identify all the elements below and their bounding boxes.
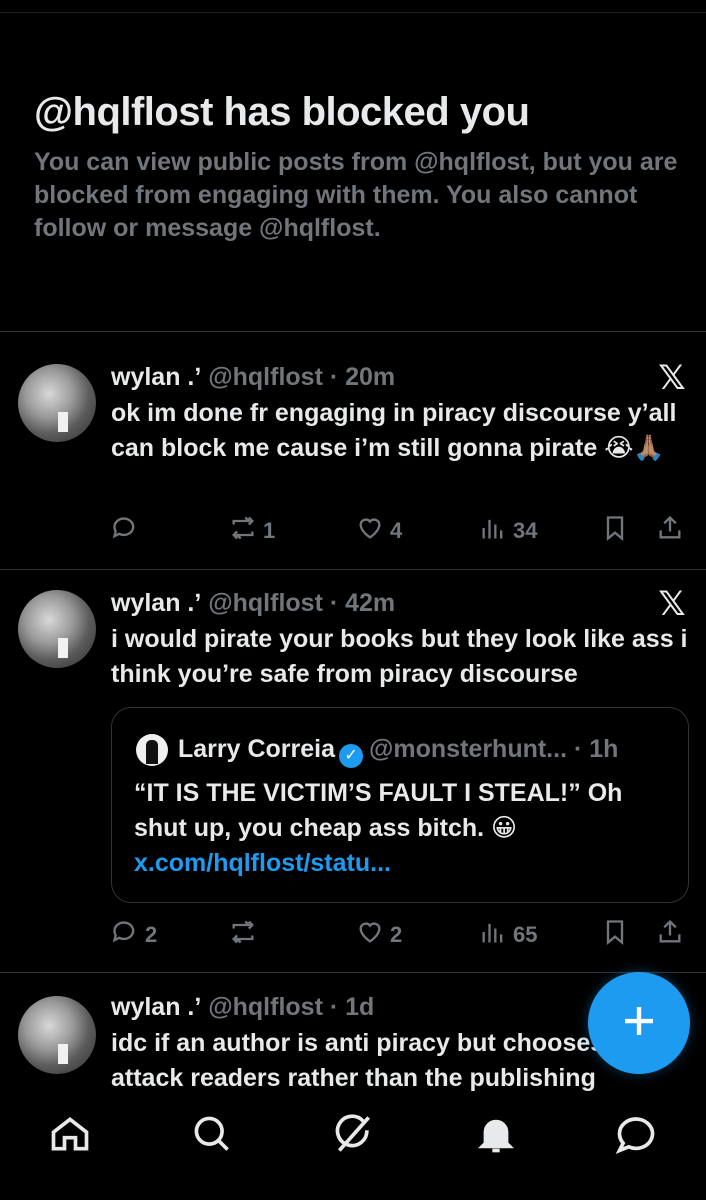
bookmark-button[interactable] bbox=[601, 918, 629, 952]
post-header: wylan .ʼ @hqlflost · 20m bbox=[111, 362, 395, 392]
post-actions: 2 2 65 bbox=[111, 918, 686, 952]
blocked-notice: @hqlflost has blocked you You can view p… bbox=[34, 88, 684, 245]
repost-icon bbox=[229, 514, 257, 548]
quote-body: “IT IS THE VICTIM’S FAULT I STEAL!” Oh s… bbox=[134, 779, 623, 842]
post-divider bbox=[0, 569, 706, 570]
bottom-navigation bbox=[0, 1092, 706, 1200]
views-icon bbox=[479, 918, 507, 952]
home-icon bbox=[48, 1117, 92, 1160]
top-divider bbox=[0, 12, 706, 13]
search-icon bbox=[190, 1116, 234, 1160]
reply-count: 2 bbox=[145, 922, 158, 947]
author-name[interactable]: wylan .ʼ bbox=[111, 993, 201, 1021]
blocked-description: You can view public posts from @hqlflost… bbox=[34, 148, 678, 242]
reply-button[interactable]: 2 bbox=[111, 918, 157, 952]
quote-header: Larry Correia ✓ @monsterhunt... · 1h bbox=[178, 734, 618, 768]
author-meta: @hqlflost · 1d bbox=[208, 993, 375, 1021]
quote-text: “IT IS THE VICTIM’S FAULT I STEAL!” Oh s… bbox=[134, 776, 674, 881]
author-name[interactable]: wylan .ʼ bbox=[111, 363, 201, 391]
avatar[interactable] bbox=[18, 590, 96, 668]
avatar[interactable] bbox=[18, 364, 96, 442]
nav-messages[interactable] bbox=[614, 1112, 658, 1156]
heart-icon bbox=[356, 918, 384, 952]
reply-button[interactable] bbox=[111, 514, 145, 548]
post-header: wylan .ʼ @hqlflost · 1d bbox=[111, 992, 374, 1022]
views-button[interactable]: 34 bbox=[479, 514, 537, 548]
post-header: wylan .ʼ @hqlflost · 42m bbox=[111, 588, 395, 618]
post-actions: 1 4 34 bbox=[111, 514, 686, 548]
repost-icon bbox=[229, 918, 257, 952]
repost-button[interactable] bbox=[229, 918, 263, 952]
blocked-title: @hqlflost has blocked you bbox=[34, 90, 530, 134]
plus-icon bbox=[618, 1000, 660, 1047]
nav-search[interactable] bbox=[190, 1112, 234, 1156]
author-name[interactable]: wylan .ʼ bbox=[111, 589, 201, 617]
repost-count: 1 bbox=[263, 518, 276, 543]
share-icon bbox=[656, 918, 684, 952]
reply-icon bbox=[111, 918, 139, 952]
author-meta: @hqlflost · 42m bbox=[208, 589, 396, 617]
like-count: 4 bbox=[390, 518, 403, 543]
quoted-post[interactable]: Larry Correia ✓ @monsterhunt... · 1h “IT I… bbox=[111, 707, 689, 903]
views-count: 65 bbox=[513, 922, 538, 947]
post-divider bbox=[0, 972, 706, 973]
quote-avatar[interactable] bbox=[136, 734, 168, 766]
verified-badge-icon: ✓ bbox=[339, 744, 364, 768]
like-button[interactable]: 4 bbox=[356, 514, 402, 548]
post-text: ok im done fr engaging in piracy discour… bbox=[111, 399, 677, 462]
avatar[interactable] bbox=[18, 996, 96, 1074]
nav-grok[interactable] bbox=[332, 1112, 376, 1156]
repost-button[interactable]: 1 bbox=[229, 514, 275, 548]
compose-button[interactable] bbox=[588, 972, 690, 1074]
bookmark-icon bbox=[601, 918, 629, 952]
x-logo-icon[interactable]: 𝕏 bbox=[656, 587, 688, 621]
quote-author-name[interactable]: Larry Correia bbox=[178, 735, 335, 763]
x-logo-icon[interactable]: 𝕏 bbox=[656, 361, 688, 395]
views-button[interactable]: 65 bbox=[479, 918, 537, 952]
like-count: 2 bbox=[390, 922, 403, 947]
reply-icon bbox=[111, 514, 139, 548]
nav-home[interactable] bbox=[48, 1112, 92, 1156]
quote-author-meta: @monsterhunt... · 1h bbox=[369, 735, 619, 763]
bookmark-icon bbox=[601, 514, 629, 548]
heart-icon bbox=[356, 514, 384, 548]
views-icon bbox=[479, 514, 507, 548]
post-text: i would pirate your books but they look … bbox=[111, 625, 688, 688]
share-button[interactable] bbox=[656, 514, 684, 548]
quote-link[interactable]: x.com/hqlflost/statu... bbox=[134, 849, 391, 877]
bookmark-button[interactable] bbox=[601, 514, 629, 548]
views-count: 34 bbox=[513, 518, 538, 543]
author-meta: @hqlflost · 20m bbox=[208, 363, 396, 391]
share-button[interactable] bbox=[656, 918, 684, 952]
like-button[interactable]: 2 bbox=[356, 918, 402, 952]
messages-icon bbox=[614, 1117, 658, 1160]
grok-icon bbox=[332, 1114, 376, 1160]
nav-notifications[interactable] bbox=[474, 1112, 518, 1156]
profile-screen: @hqlflost has blocked you You can view p… bbox=[0, 0, 706, 1200]
section-divider bbox=[0, 331, 706, 332]
bell-icon bbox=[474, 1119, 518, 1160]
share-icon bbox=[656, 514, 684, 548]
